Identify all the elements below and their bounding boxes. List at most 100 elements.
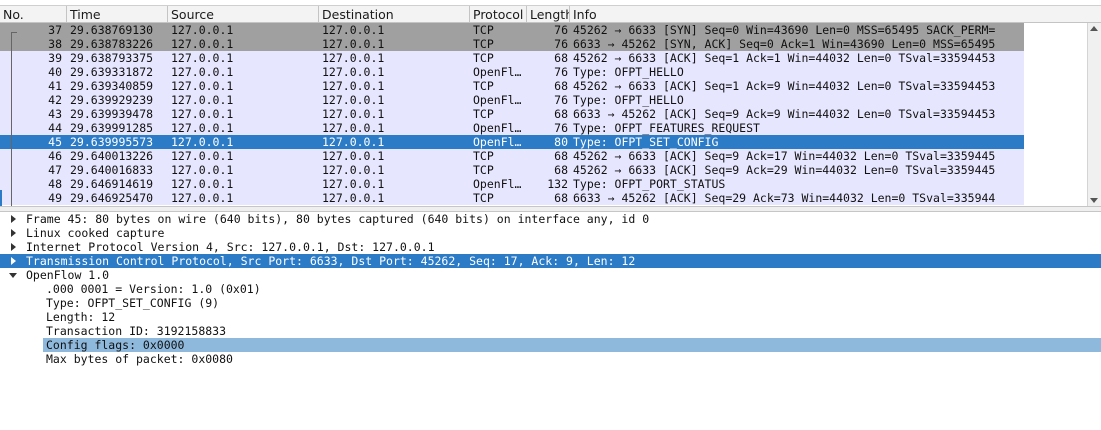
packet-row[interactable]: 41 29.639340859 127.0.0.1 127.0.0.1 TCP 68 452…: [0, 79, 1024, 93]
column-header-source[interactable]: Source: [168, 6, 319, 23]
tree-expanded-icon[interactable]: [9, 273, 17, 278]
detail-field-item[interactable]: Length: 12: [0, 310, 1101, 324]
detail-tree-item[interactable]: Frame 45: 80 bytes on wire (640 bits), 8…: [0, 212, 1101, 226]
cell-source: 127.0.0.1: [171, 149, 234, 163]
cell-info: Type: OFPT_HELLO: [573, 93, 684, 107]
detail-tree-item[interactable]: Transmission Control Protocol, Src Port:…: [0, 254, 1101, 268]
cell-length: 76: [554, 65, 568, 79]
cell-source: 127.0.0.1: [171, 177, 234, 191]
cell-destination: 127.0.0.1: [322, 23, 385, 37]
detail-text: Config flags: 0x0000: [43, 338, 1101, 352]
detail-tree-item[interactable]: OpenFlow 1.0: [0, 268, 1101, 282]
packet-rows: 37 29.638769130 127.0.0.1 127.0.0.1 TCP 76 452…: [0, 23, 1024, 205]
packet-row-selected[interactable]: 45 29.639995573 127.0.0.1 127.0.0.1 OpenFl… 8…: [0, 135, 1024, 149]
cell-time: 29.638783226: [70, 37, 154, 51]
tree-collapsed-icon[interactable]: [11, 215, 16, 223]
cell-destination: 127.0.0.1: [322, 107, 385, 121]
column-header-no[interactable]: No.: [0, 6, 67, 23]
cell-protocol: TCP: [473, 23, 494, 37]
packet-row[interactable]: 48 29.646914619 127.0.0.1 127.0.0.1 OpenFl… 1…: [0, 177, 1024, 191]
cell-protocol: OpenFl…: [473, 93, 522, 107]
detail-tree-item[interactable]: Internet Protocol Version 4, Src: 127.0.…: [0, 240, 1101, 254]
cell-length: 132: [547, 177, 568, 191]
cell-time: 29.639929239: [70, 93, 154, 107]
column-header-destination[interactable]: Destination: [319, 6, 470, 23]
cell-protocol: TCP: [473, 107, 494, 121]
detail-field-item[interactable]: Type: OFPT_SET_CONFIG (9): [0, 296, 1101, 310]
packet-row[interactable]: 47 29.640016833 127.0.0.1 127.0.0.1 TCP 68 452…: [0, 163, 1024, 177]
cell-source: 127.0.0.1: [171, 79, 234, 93]
detail-text: Max bytes of packet: 0x0080: [46, 352, 233, 366]
cell-protocol: OpenFl…: [473, 177, 522, 191]
packet-row[interactable]: 37 29.638769130 127.0.0.1 127.0.0.1 TCP 76 452…: [0, 23, 1024, 37]
cell-destination: 127.0.0.1: [322, 79, 385, 93]
detail-text: OpenFlow 1.0: [26, 268, 110, 282]
column-header-info[interactable]: Info: [570, 6, 1101, 23]
tree-collapsed-icon[interactable]: [11, 257, 16, 265]
column-header-length[interactable]: Length: [527, 6, 570, 23]
cell-length: 68: [554, 107, 568, 121]
cell-protocol: TCP: [473, 37, 494, 51]
detail-field-item[interactable]: Config flags: 0x0000: [0, 338, 1101, 352]
packet-row[interactable]: 43 29.639939478 127.0.0.1 127.0.0.1 TCP 68 663…: [0, 107, 1024, 121]
cell-destination: 127.0.0.1: [322, 65, 385, 79]
conversation-start-mark: [11, 32, 17, 33]
packet-row[interactable]: 42 29.639929239 127.0.0.1 127.0.0.1 OpenFl… 7…: [0, 93, 1024, 107]
packet-list-pane[interactable]: No. Time Source Destination Protocol Len…: [0, 0, 1101, 208]
cell-source: 127.0.0.1: [171, 121, 234, 135]
detail-field-item[interactable]: Max bytes of packet: 0x0080: [0, 352, 1101, 366]
cell-protocol: TCP: [473, 163, 494, 177]
tree-collapsed-icon[interactable]: [11, 243, 16, 251]
cell-info: Type: OFPT_FEATURES_REQUEST: [573, 121, 760, 135]
packet-row[interactable]: 46 29.640013226 127.0.0.1 127.0.0.1 TCP 68 452…: [0, 149, 1024, 163]
detail-text: Transmission Control Protocol, Src Port:…: [26, 254, 636, 268]
cell-length: 76: [554, 121, 568, 135]
cell-length: 76: [554, 23, 568, 37]
detail-field-item[interactable]: .000 0001 = Version: 1.0 (0x01): [0, 282, 1101, 296]
cell-info: 45262 → 6633 [ACK] Seq=1 Ack=1 Win=44032…: [573, 51, 996, 65]
detail-field-item[interactable]: Transaction ID: 3192158833: [0, 324, 1101, 338]
cell-time: 29.638769130: [70, 23, 154, 37]
cell-info: 45262 → 6633 [SYN] Seq=0 Win=43690 Len=0…: [573, 23, 996, 37]
cell-source: 127.0.0.1: [171, 135, 234, 149]
cell-destination: 127.0.0.1: [322, 51, 385, 65]
detail-text: Length: 12: [46, 310, 116, 324]
cell-protocol: TCP: [473, 51, 494, 65]
cell-source: 127.0.0.1: [171, 51, 234, 65]
cell-length: 80: [554, 135, 568, 149]
scroll-down-icon[interactable]: [1090, 198, 1098, 203]
cell-length: 76: [554, 37, 568, 51]
cell-info: Type: OFPT_PORT_STATUS: [573, 177, 726, 191]
detail-text: Linux cooked capture: [26, 226, 165, 240]
packet-details-pane[interactable]: Frame 45: 80 bytes on wire (640 bits), 8…: [0, 212, 1101, 430]
cell-info: 6633 → 45262 [ACK] Seq=9 Ack=9 Win=44032…: [573, 107, 996, 121]
cell-info: Type: OFPT_SET_CONFIG: [573, 135, 719, 149]
scroll-up-icon[interactable]: [1090, 26, 1098, 31]
cell-time: 29.639995573: [70, 135, 154, 149]
cell-info: 6633 → 45262 [SYN, ACK] Seq=0 Ack=1 Win=…: [573, 37, 996, 51]
packet-row[interactable]: 49 29.646925470 127.0.0.1 127.0.0.1 TCP 68 663…: [0, 191, 1024, 205]
packet-row[interactable]: 40 29.639331872 127.0.0.1 127.0.0.1 OpenFl… 7…: [0, 65, 1024, 79]
packet-row[interactable]: 44 29.639991285 127.0.0.1 127.0.0.1 OpenFl… 7…: [0, 121, 1024, 135]
column-header-protocol[interactable]: Protocol: [470, 6, 527, 23]
detail-text: .000 0001 = Version: 1.0 (0x01): [46, 282, 261, 296]
cell-protocol: TCP: [473, 149, 494, 163]
cell-source: 127.0.0.1: [171, 107, 234, 121]
column-header-time[interactable]: Time: [67, 6, 168, 23]
cell-info: 6633 → 45262 [ACK] Seq=29 Ack=73 Win=440…: [573, 191, 996, 205]
cell-info: Type: OFPT_HELLO: [573, 65, 684, 79]
packet-row[interactable]: 38 29.638783226 127.0.0.1 127.0.0.1 TCP 76 663…: [0, 37, 1024, 51]
cell-source: 127.0.0.1: [171, 65, 234, 79]
cell-protocol: TCP: [473, 79, 494, 93]
packet-list-header: No. Time Source Destination Protocol Len…: [0, 5, 1101, 23]
packet-list-scrollbar[interactable]: [1087, 23, 1101, 206]
cell-source: 127.0.0.1: [171, 37, 234, 51]
cell-info: 45262 → 6633 [ACK] Seq=9 Ack=17 Win=4403…: [573, 149, 996, 163]
cell-destination: 127.0.0.1: [322, 191, 385, 205]
cell-time: 29.638793375: [70, 51, 154, 65]
tree-collapsed-icon[interactable]: [11, 229, 16, 237]
detail-tree-item[interactable]: Linux cooked capture: [0, 226, 1101, 240]
packet-row[interactable]: 39 29.638793375 127.0.0.1 127.0.0.1 TCP 68 452…: [0, 51, 1024, 65]
cell-source: 127.0.0.1: [171, 93, 234, 107]
cell-length: 68: [554, 149, 568, 163]
